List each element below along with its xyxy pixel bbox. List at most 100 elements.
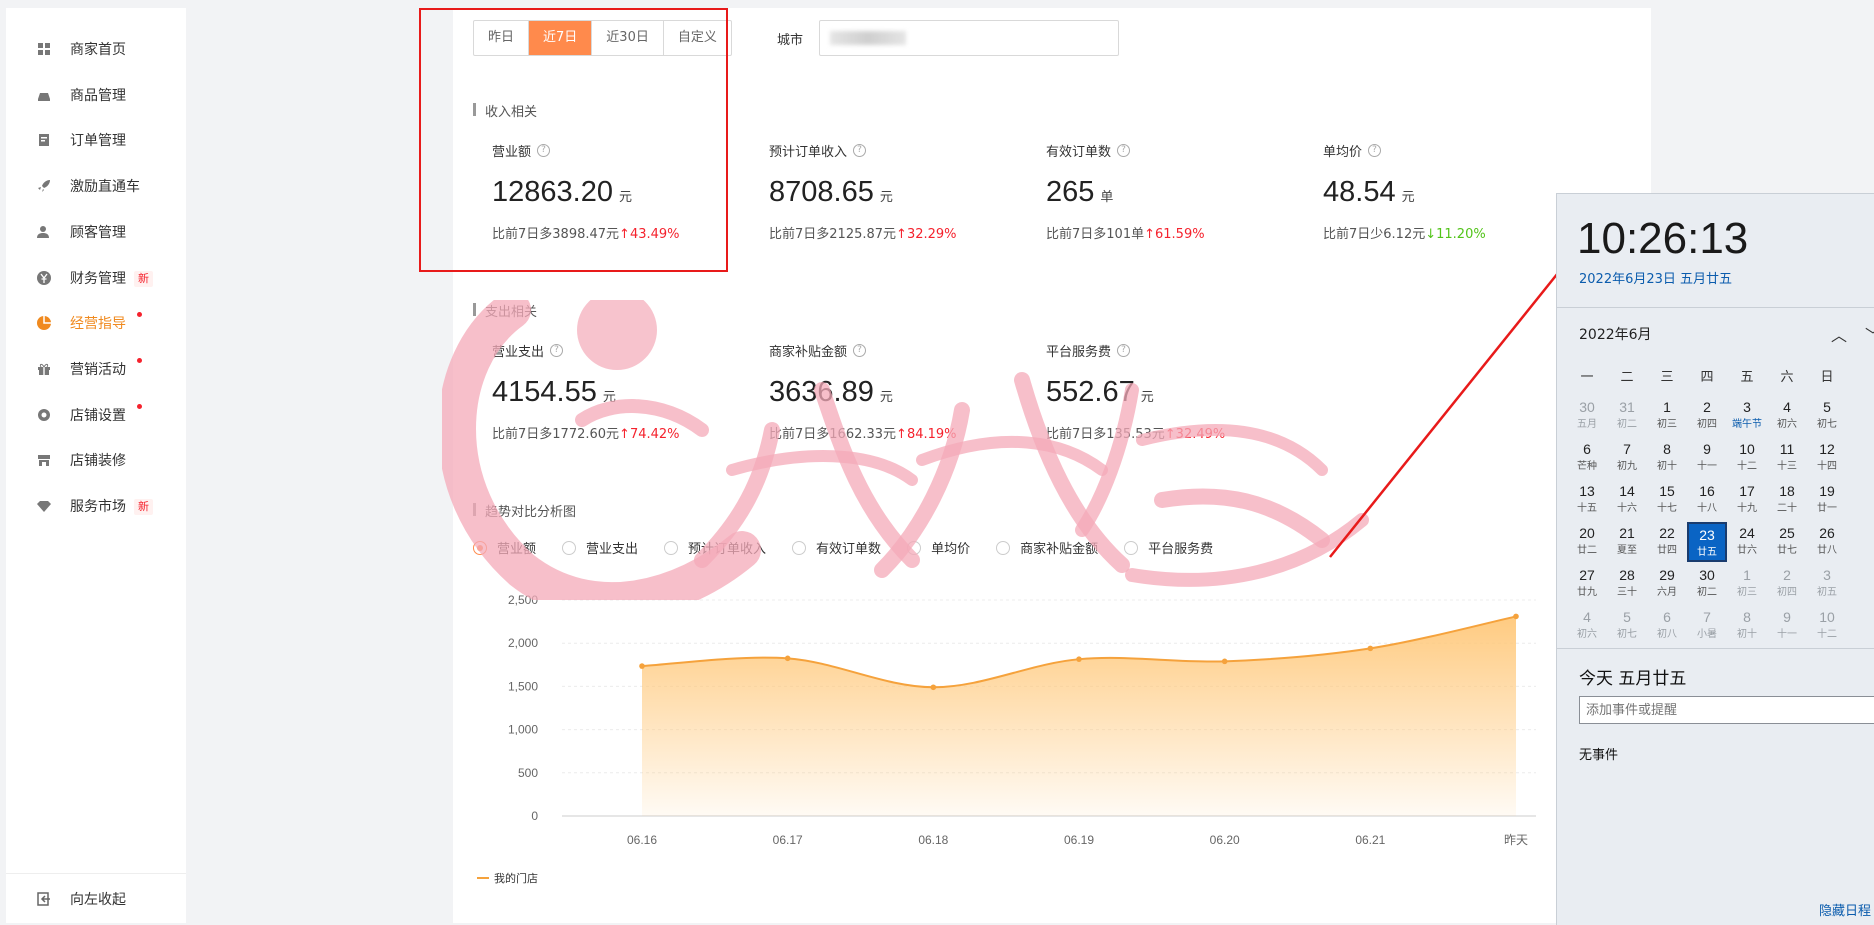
calendar-day[interactable]: 18 二十: [1767, 480, 1807, 520]
help-icon[interactable]: ?: [550, 344, 564, 357]
calendar-day[interactable]: 15 十七: [1647, 480, 1687, 520]
sidebar-item-3[interactable]: 订单管理: [6, 120, 186, 160]
calendar-day[interactable]: 14 十六: [1607, 480, 1647, 520]
calendar-day[interactable]: 25 廿七: [1767, 522, 1807, 562]
sidebar-item-label: 服务市场: [70, 499, 126, 515]
help-icon[interactable]: ?: [1117, 144, 1131, 157]
calendar-day[interactable]: 4 初六: [1567, 606, 1607, 646]
calendar-day[interactable]: 3 端午节: [1727, 396, 1767, 436]
clock-date[interactable]: 2022年6月23日 五月廿五: [1579, 268, 1732, 287]
calendar-day[interactable]: 29 六月: [1647, 564, 1687, 604]
calendar-day[interactable]: 5 初七: [1607, 606, 1647, 646]
sidebar-item-9[interactable]: 店铺设置: [6, 395, 186, 435]
metric-label-text: 商家补贴金额: [769, 345, 848, 360]
sidebar-item-2[interactable]: 商品管理: [6, 75, 186, 115]
day-number: 8: [1743, 609, 1751, 625]
calendar-day[interactable]: 22 廿四: [1647, 522, 1687, 562]
calendar-day[interactable]: 19 廿一: [1807, 480, 1847, 520]
radio-label: 营业额: [497, 542, 537, 557]
calendar-day[interactable]: 31 初二: [1607, 396, 1647, 436]
calendar-day[interactable]: 2 初四: [1687, 396, 1727, 436]
calendar-day[interactable]: 30 初二: [1687, 564, 1727, 604]
calendar-day[interactable]: 20 廿二: [1567, 522, 1607, 562]
calendar-day[interactable]: 17 十九: [1727, 480, 1767, 520]
sidebar-item-7[interactable]: 经营指导: [6, 303, 186, 343]
day-number: 25: [1779, 525, 1795, 541]
metric-radio-option[interactable]: 预计订单收入: [664, 538, 766, 557]
calendar-day[interactable]: 2 初四: [1767, 564, 1807, 604]
sidebar-item-5[interactable]: 顾客管理: [6, 212, 186, 252]
metric-label: 单均价?: [1323, 141, 1573, 160]
collapse-sidebar-button[interactable]: 向左收起: [6, 873, 186, 923]
metric-unit: 元: [602, 389, 616, 404]
city-select[interactable]: [819, 20, 1119, 56]
help-icon[interactable]: ?: [1368, 144, 1382, 157]
day-number: 7: [1623, 441, 1631, 457]
help-icon[interactable]: ?: [853, 344, 867, 357]
calendar-day[interactable]: 13 十五: [1567, 480, 1607, 520]
metric-radio-option[interactable]: 营业额: [473, 538, 536, 557]
lunar-date: 廿七: [1777, 545, 1797, 556]
sidebar-item-label: 商品管理: [70, 87, 126, 104]
calendar-day[interactable]: 6 芒种: [1567, 438, 1607, 478]
next-month-chevron-icon[interactable]: ﹀: [1865, 322, 1874, 346]
calendar-day[interactable]: 6 初八: [1647, 606, 1687, 646]
calendar-day[interactable]: 5 初七: [1807, 396, 1847, 436]
radio-label: 平台服务费: [1148, 542, 1214, 557]
city-label: 城市: [777, 33, 804, 48]
prev-month-chevron-icon[interactable]: ︿: [1831, 322, 1847, 346]
lunar-date: 夏至: [1617, 545, 1637, 556]
calendar-day[interactable]: 9 十一: [1767, 606, 1807, 646]
metric-number: 48.54: [1323, 176, 1396, 208]
sidebar-item-10[interactable]: 店铺装修: [6, 440, 186, 480]
help-icon[interactable]: ?: [1117, 344, 1131, 357]
sidebar-item-1[interactable]: 商家首页: [6, 29, 186, 69]
calendar-day[interactable]: 16 十八: [1687, 480, 1727, 520]
calendar-day[interactable]: 1 初三: [1727, 564, 1767, 604]
metric-unit: 元: [1401, 189, 1415, 204]
arrow-down-icon: ↓: [1425, 227, 1437, 242]
calendar-day[interactable]: 12 十四: [1807, 438, 1847, 478]
calendar-day[interactable]: 26 廿八: [1807, 522, 1847, 562]
calendar-day-today[interactable]: 23 廿五: [1687, 522, 1727, 562]
calendar-month[interactable]: 2022年6月: [1579, 324, 1652, 344]
lunar-date: 三十: [1617, 587, 1637, 598]
metric-unit: 元: [879, 389, 893, 404]
radio-circle-icon: [664, 540, 679, 555]
metric-number: 265: [1046, 176, 1095, 208]
metric-radio-option[interactable]: 平台服务费: [1124, 538, 1213, 557]
sidebar-item-11[interactable]: 服务市场新: [6, 486, 186, 526]
calendar-day[interactable]: 7 初九: [1607, 438, 1647, 478]
sidebar-item-6[interactable]: 财务管理新: [6, 258, 186, 298]
calendar-day[interactable]: 11 十三: [1767, 438, 1807, 478]
sidebar-item-4[interactable]: 激励直通车: [6, 166, 186, 206]
calendar-day[interactable]: 8 初十: [1647, 438, 1687, 478]
calendar-day[interactable]: 30 五月: [1567, 396, 1607, 436]
sidebar-item-8[interactable]: 营销活动: [6, 349, 186, 389]
calendar-day[interactable]: 21 夏至: [1607, 522, 1647, 562]
hide-agenda-link[interactable]: 隐藏日程: [1819, 900, 1871, 919]
metric-card: 有效订单数? 265 单比前7日多101单↑61.59%: [1046, 141, 1296, 242]
calendar-day[interactable]: 27 廿九: [1567, 564, 1607, 604]
calendar-day[interactable]: 10 十二: [1727, 438, 1767, 478]
metric-radio-option[interactable]: 有效订单数: [792, 538, 881, 557]
help-icon[interactable]: ?: [853, 144, 867, 157]
calendar-day[interactable]: 9 十一: [1687, 438, 1727, 478]
lunar-date: 芒种: [1577, 461, 1597, 472]
calendar-day[interactable]: 24 廿六: [1727, 522, 1767, 562]
rocket-icon: [36, 178, 52, 194]
day-number: 21: [1619, 525, 1635, 541]
calendar-day[interactable]: 28 三十: [1607, 564, 1647, 604]
calendar-day[interactable]: 7 小暑: [1687, 606, 1727, 646]
metric-radio-option[interactable]: 商家补贴金额: [996, 538, 1098, 557]
calendar-day[interactable]: 4 初六: [1767, 396, 1807, 436]
calendar-day[interactable]: 1 初三: [1647, 396, 1687, 436]
metric-radio-option[interactable]: 单均价: [907, 538, 970, 557]
sidebar-item-label: 顾客管理: [70, 224, 126, 241]
calendar-day[interactable]: 3 初五: [1807, 564, 1847, 604]
add-event-input[interactable]: [1579, 696, 1874, 724]
calendar-day[interactable]: 10 十二: [1807, 606, 1847, 646]
metric-radio-option[interactable]: 营业支出: [562, 538, 638, 557]
store-icon: [36, 452, 52, 468]
calendar-day[interactable]: 8 初十: [1727, 606, 1767, 646]
